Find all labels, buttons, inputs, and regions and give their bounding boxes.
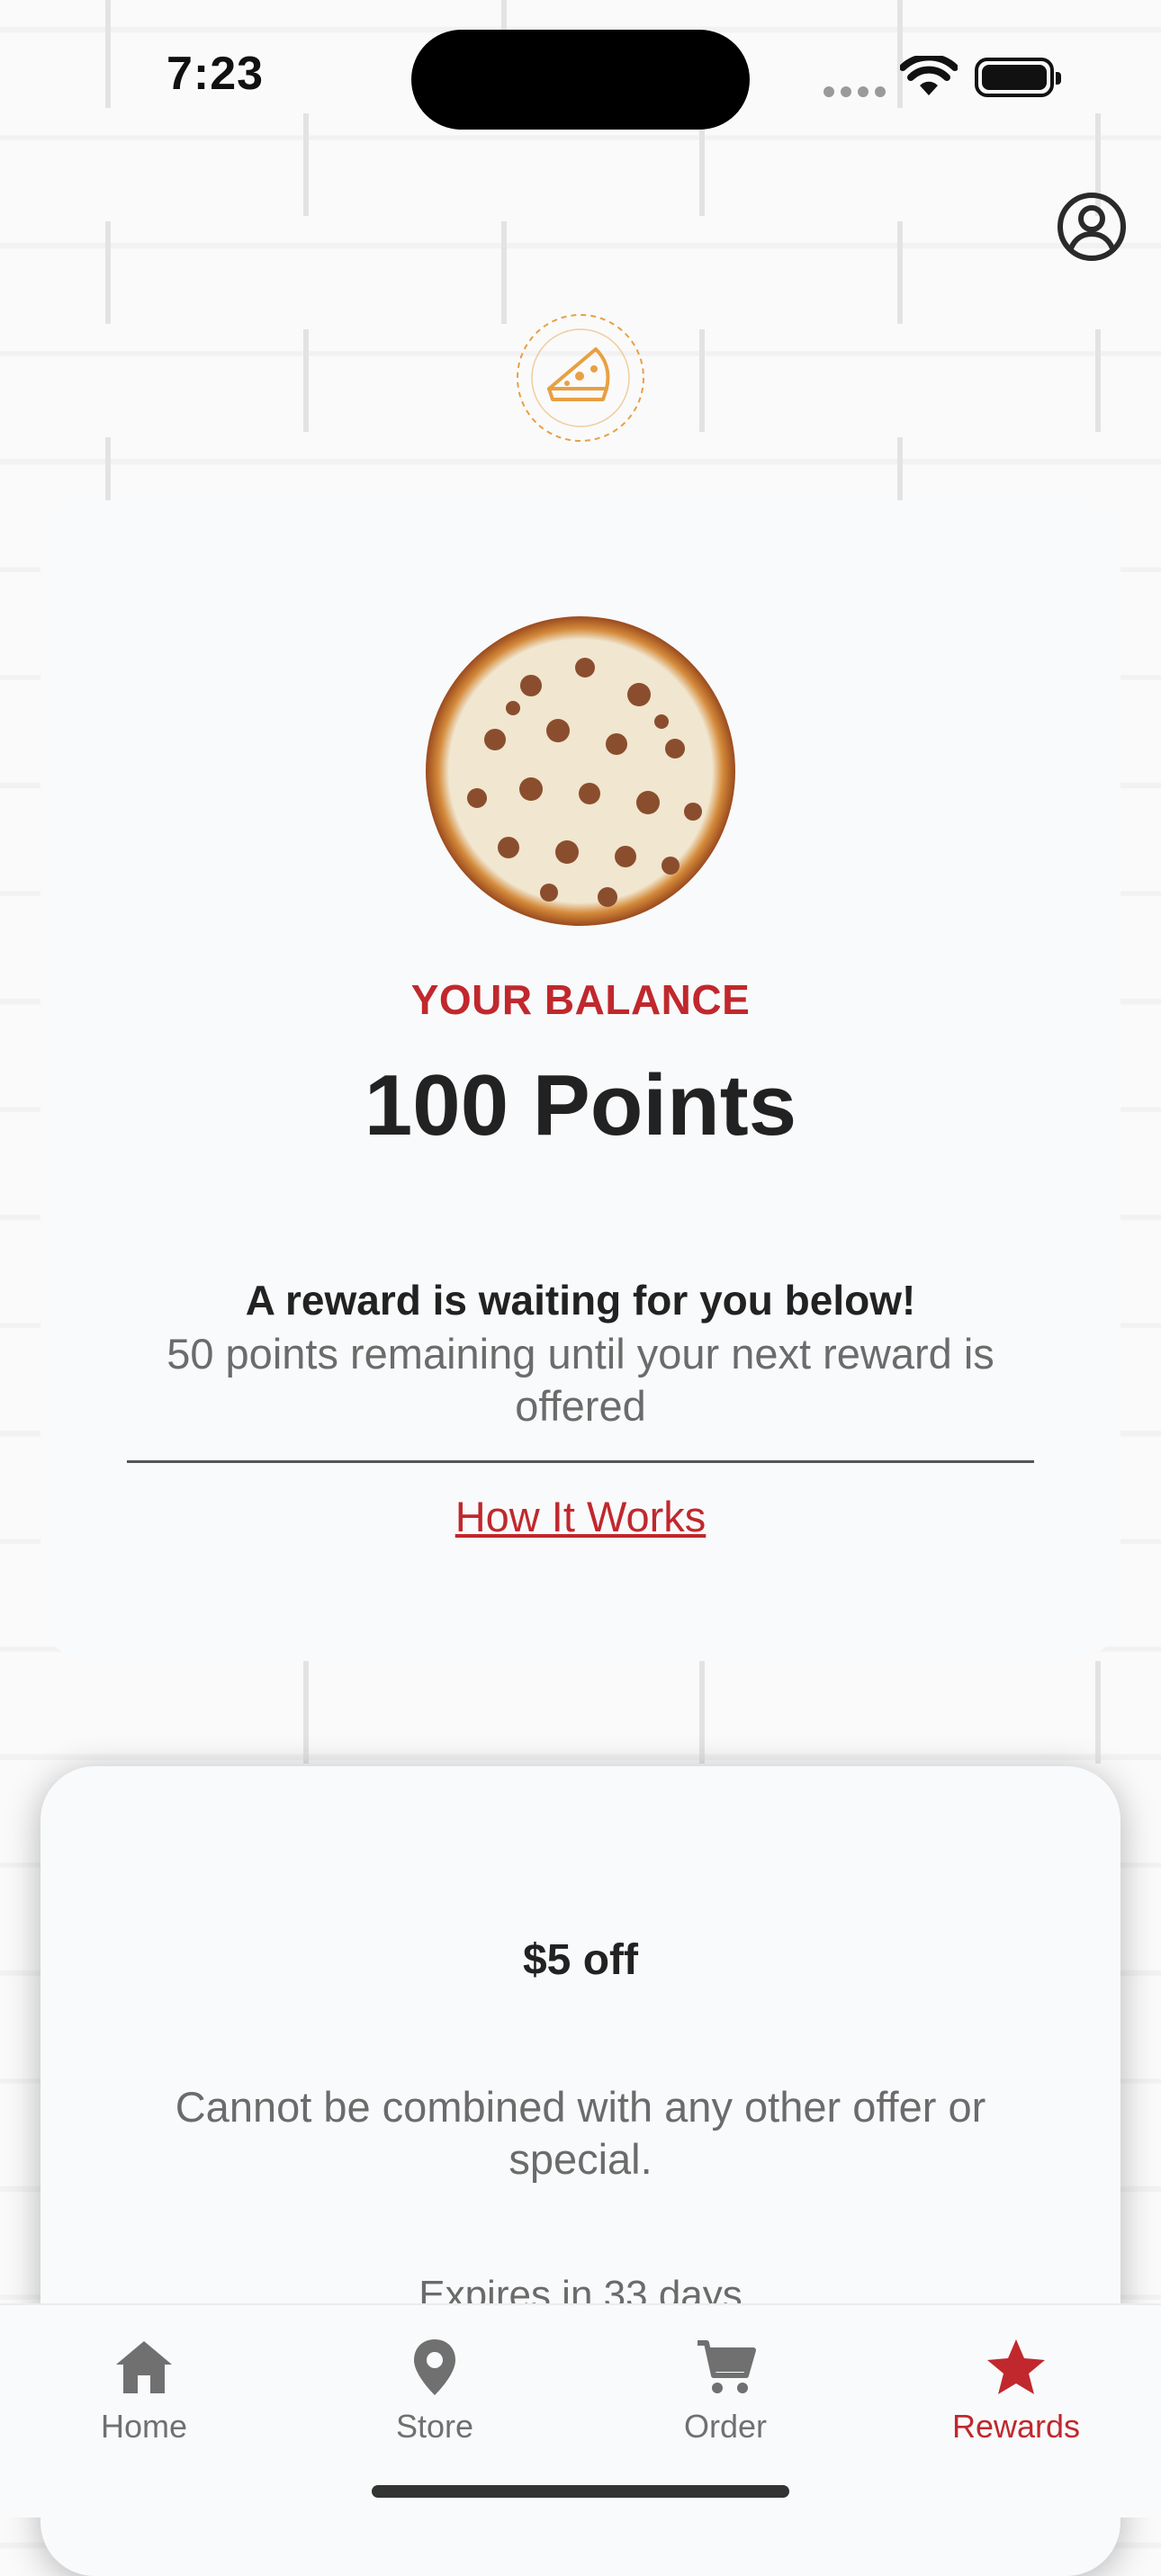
offer-description: Cannot be combined with any other offer … (175, 2083, 986, 2183)
home-icon (116, 2341, 172, 2393)
reward-progress-text: 50 points remaining until your next rewa… (166, 1330, 994, 1430)
tab-store[interactable]: Store (345, 2336, 525, 2453)
tab-home[interactable]: Home (54, 2336, 234, 2453)
tab-order[interactable]: Order (635, 2336, 815, 2453)
how-it-works-link[interactable]: How It Works (40, 1492, 1120, 1541)
wifi-icon (900, 56, 958, 95)
battery-icon (975, 58, 1061, 97)
balance-card: YOUR BALANCE 100 Points A reward is wait… (40, 500, 1120, 1657)
pizza-image (426, 616, 735, 926)
status-bar: 7:23 (0, 0, 1161, 153)
tab-rewards[interactable]: Rewards (926, 2336, 1106, 2453)
tab-label: Rewards (951, 2408, 1081, 2445)
vip-pizza-seal-icon (517, 314, 644, 442)
offer-title: $5 off (522, 1936, 638, 1984)
map-pin-icon (414, 2339, 455, 2395)
status-time: 7:23 (166, 48, 265, 100)
user-circle-icon[interactable] (1056, 191, 1128, 263)
home-indicator (372, 2485, 789, 2498)
points-balance: 100 Points (364, 1057, 797, 1153)
tab-label: Order (683, 2408, 768, 2445)
reward-heading: A reward is waiting for you below! (245, 1277, 916, 1324)
tab-bar: Home Store Order Rewards (0, 2303, 1161, 2518)
divider (127, 1460, 1034, 1463)
cellular-signal-icon (824, 86, 886, 97)
tab-label: Store (395, 2408, 474, 2445)
star-icon (987, 2339, 1045, 2394)
cart-icon (698, 2340, 756, 2393)
dynamic-island (411, 30, 750, 130)
tab-label: Home (100, 2408, 188, 2445)
balance-label: YOUR BALANCE (410, 976, 751, 1023)
